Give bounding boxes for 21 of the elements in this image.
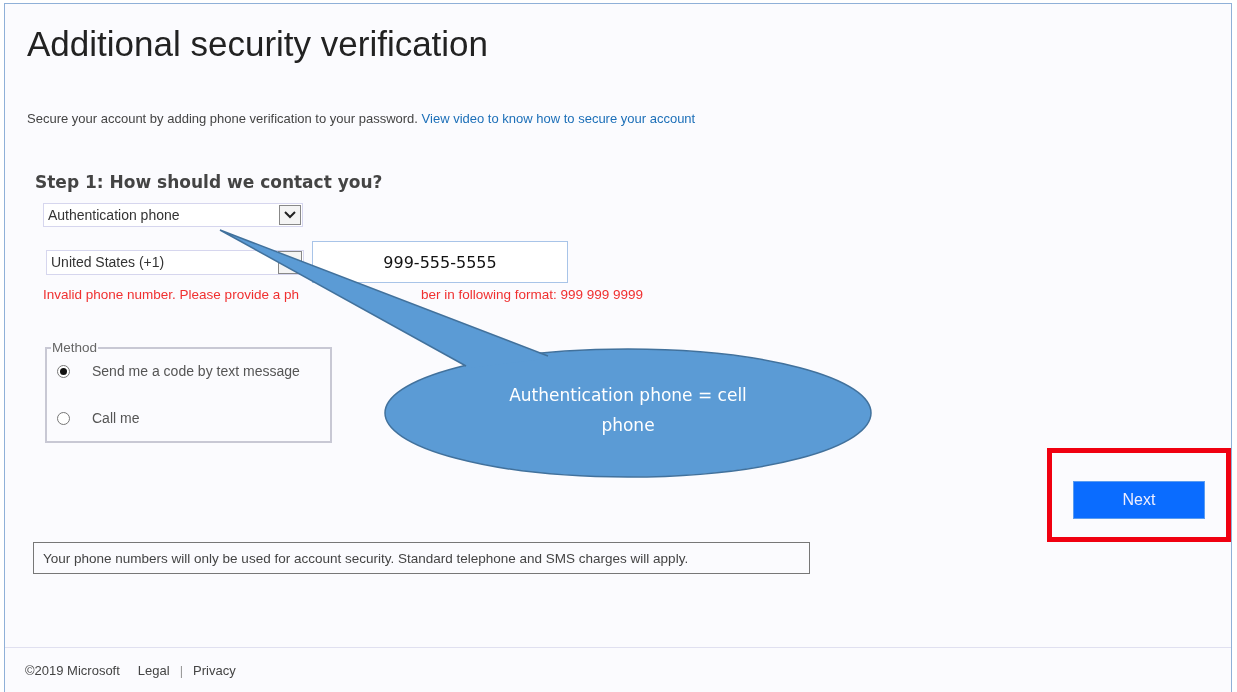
error-message: ber in following format: 999 999 9999 xyxy=(420,286,644,304)
phone-number-field[interactable]: 999-555-5555 xyxy=(312,241,568,283)
copyright-text: ©2019 Microsoft xyxy=(25,662,120,678)
contact-method-dropdown[interactable]: Authentication phone xyxy=(43,203,303,227)
radio-button[interactable] xyxy=(57,411,70,425)
radio-button[interactable] xyxy=(57,364,70,378)
radio-label: Call me xyxy=(92,410,140,426)
error-message: Invalid phone number. Please provide a ph xyxy=(43,286,299,304)
country-dropdown[interactable]: United States (+1) xyxy=(46,249,304,275)
video-link[interactable]: View video to know how to secure your account xyxy=(421,111,696,126)
page-title: Additional security verification xyxy=(27,23,490,65)
intro-text: Secure your account by adding phone verification to your password. View video to know how to secure your account xyxy=(27,110,697,128)
next-button[interactable]: Next xyxy=(1073,481,1205,519)
separator-text: | xyxy=(179,662,184,678)
footer-link[interactable]: Legal xyxy=(137,662,170,678)
method-legend: Method xyxy=(51,340,99,355)
callout-text: Authentication phone = cell phone xyxy=(508,384,748,437)
radio-label: Send me a code by text message xyxy=(92,363,300,379)
footer-link[interactable]: Privacy xyxy=(193,662,236,678)
step-heading: Step 1: How should we contact you? xyxy=(35,171,384,193)
notice-text: Your phone numbers will only be used for account security. Standard telephone and SMS charges will apply. xyxy=(33,542,810,574)
